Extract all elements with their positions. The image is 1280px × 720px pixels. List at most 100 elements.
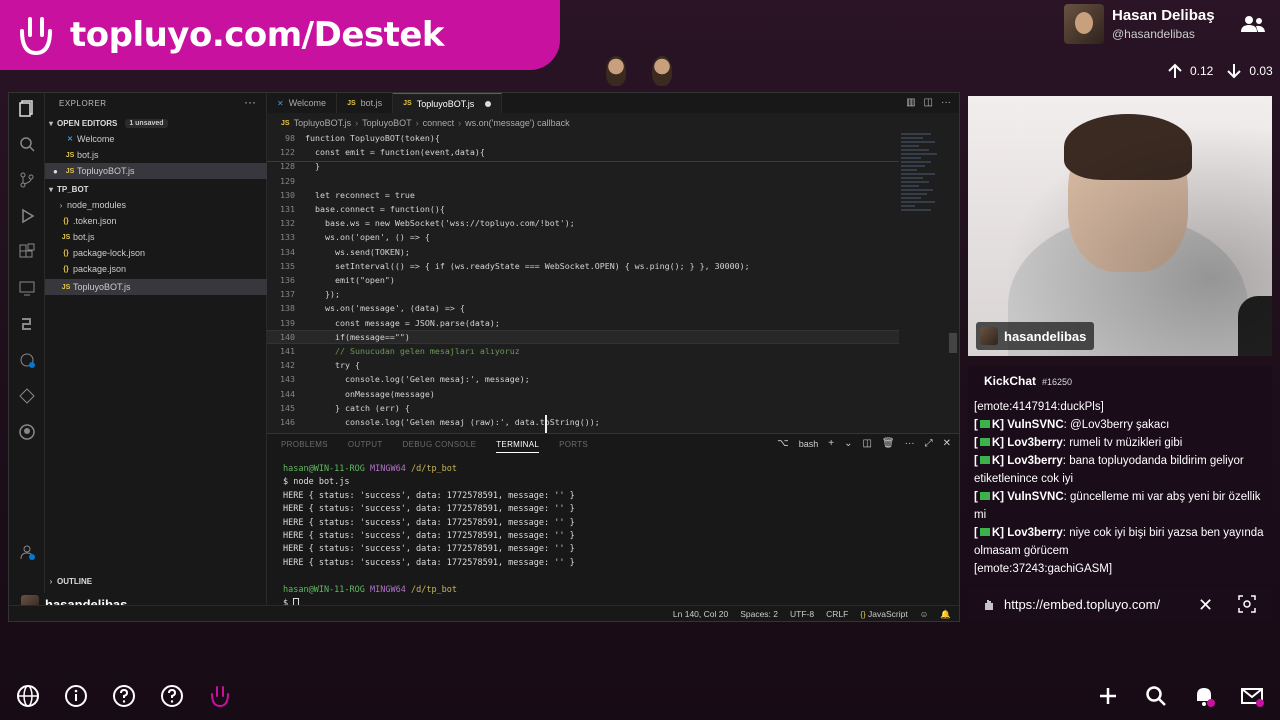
code-line[interactable]: 133 ws.on('open', () => {: [267, 230, 899, 244]
open-editors-section[interactable]: ▾ OPEN EDITORS 1 unsaved: [45, 115, 267, 131]
people-icon[interactable]: [1240, 14, 1266, 34]
code-line[interactable]: 122 const emit = function(event,data){: [267, 145, 899, 159]
tab-debug-console[interactable]: DEBUG CONSOLE: [403, 440, 477, 453]
remote-explorer-icon[interactable]: [18, 279, 36, 297]
line-ending[interactable]: CRLF: [826, 609, 848, 620]
tab-terminal[interactable]: TERMINAL: [496, 440, 540, 453]
topluyo-logo-icon[interactable]: [208, 684, 232, 708]
notifications-icon[interactable]: 🔔: [940, 609, 951, 620]
chat-username[interactable]: Lov3berry: [1007, 437, 1063, 449]
chat-message[interactable]: [K] Lov3berry: bana topluyodanda bildiri…: [974, 452, 1266, 488]
trash-icon[interactable]: 🗑: [882, 438, 895, 449]
help-icon[interactable]: [160, 684, 184, 708]
maximize-icon[interactable]: ⤢: [925, 438, 933, 449]
chat-messages[interactable]: [emote:4147914:duckPls][K] VulnSVNC: @Lo…: [974, 398, 1266, 578]
help-icon[interactable]: [112, 684, 136, 708]
chat-message[interactable]: [emote:4147914:duckPls]: [974, 398, 1266, 416]
tab-topluyobot-js[interactable]: JS TopluyoBOT.js: [393, 93, 503, 113]
code-line[interactable]: 146 console.log('Gelen mesaj (raw):', da…: [267, 415, 899, 429]
code-line[interactable]: 130 let reconnect = true: [267, 188, 899, 202]
chat-username[interactable]: VulnSVNC: [1007, 419, 1063, 431]
source-control-icon[interactable]: [18, 171, 36, 189]
folder-item[interactable]: › node_modules: [45, 197, 267, 213]
avatar[interactable]: [1064, 4, 1104, 44]
file-item[interactable]: {} package.json: [45, 261, 267, 277]
shell-selector[interactable]: bash: [799, 439, 819, 449]
more-actions-icon[interactable]: ···: [941, 97, 951, 108]
code-line[interactable]: 138 ws.on('message', (data) => {: [267, 301, 899, 315]
code-line[interactable]: 131 base.connect = function(){: [267, 202, 899, 216]
search-icon[interactable]: [18, 135, 36, 153]
extensions-icon[interactable]: [18, 243, 36, 261]
open-editor-item[interactable]: ✕ Welcome: [45, 131, 267, 147]
chevron-down-icon[interactable]: ⌄: [844, 438, 852, 449]
brand-banner[interactable]: topluyo.com/Destek: [0, 0, 560, 70]
breadcrumb-item[interactable]: connect: [423, 118, 455, 128]
code-line[interactable]: 134 ws.send(TOKEN);: [267, 245, 899, 259]
code-line[interactable]: 144 onMessage(message): [267, 387, 899, 401]
code-line[interactable]: 142 try {: [267, 358, 899, 372]
explorer-icon[interactable]: [18, 99, 36, 117]
testing-icon[interactable]: [18, 387, 36, 405]
account-icon[interactable]: [18, 543, 36, 561]
code-editor[interactable]: 98 function TopluyoBOT(token){122 const e…: [267, 131, 899, 429]
chat-message[interactable]: [K] Lov3berry: niye cok iyi bişi biri ya…: [974, 524, 1266, 560]
info-icon[interactable]: [64, 684, 88, 708]
code-line[interactable]: 98 function TopluyoBOT(token){: [267, 131, 899, 145]
split-editor-icon[interactable]: ◫: [924, 97, 933, 108]
run-debug-icon[interactable]: [18, 207, 36, 225]
add-terminal-icon[interactable]: +: [828, 438, 834, 449]
profile-card[interactable]: Hasan Delibaş @hasandelibas: [1064, 4, 1215, 44]
unsaved-dot-icon[interactable]: [485, 100, 492, 107]
open-editor-item[interactable]: ● JS TopluyoBOT.js: [45, 163, 267, 179]
file-item[interactable]: JS bot.js: [45, 229, 267, 245]
chat-message[interactable]: [K] Lov3berry: rumeli tv müzikleri gibi: [974, 434, 1266, 452]
encoding[interactable]: UTF-8: [790, 609, 814, 620]
compare-icon[interactable]: ▥: [906, 97, 915, 108]
code-line[interactable]: 143 console.log('Gelen mesaj:', message)…: [267, 372, 899, 386]
url-text[interactable]: https://embed.topluyo.com/: [1004, 597, 1160, 612]
tab-ports[interactable]: PORTS: [559, 440, 588, 453]
chat-message[interactable]: [K] VulnSVNC: güncelleme mi var abş yeni…: [974, 488, 1266, 524]
more-actions-icon[interactable]: ···: [905, 438, 915, 449]
code-line[interactable]: 141 // Sunucudan gelen mesajları alıyoru…: [267, 344, 899, 358]
file-item[interactable]: {} package-lock.json: [45, 245, 267, 261]
chat-message[interactable]: [K] VulnSVNC: @Lov3berry şakacı: [974, 416, 1266, 434]
python-icon[interactable]: [18, 315, 36, 333]
breadcrumb-item[interactable]: TopluyoBOT.js: [294, 118, 352, 128]
file-item[interactable]: {} .token.json: [45, 213, 267, 229]
chat-username[interactable]: Lov3berry: [1007, 527, 1063, 539]
outline-section[interactable]: › OUTLINE: [45, 573, 267, 589]
terminal-output[interactable]: hasan@WIN-11-ROG MINGW64 /d/tp_bot $ nod…: [283, 464, 575, 611]
code-line[interactable]: 140 if(message==""): [267, 329, 899, 344]
breadcrumb-item[interactable]: TopluyoBOT: [362, 118, 412, 128]
globe-icon[interactable]: [16, 684, 40, 708]
file-item[interactable]: JS TopluyoBOT.js: [45, 279, 267, 295]
code-line[interactable]: 137 });: [267, 287, 899, 301]
code-line[interactable]: 136 emit("open"): [267, 273, 899, 287]
close-icon[interactable]: ✕: [1198, 595, 1213, 616]
minimap[interactable]: [897, 131, 945, 331]
screenshot-icon[interactable]: [1238, 595, 1256, 613]
mail-icon[interactable]: [1240, 684, 1264, 708]
breadcrumb-item[interactable]: ws.on('message') callback: [465, 118, 569, 128]
language-mode[interactable]: {} JavaScript: [860, 609, 907, 620]
tab-problems[interactable]: PROBLEMS: [281, 440, 328, 453]
code-line[interactable]: 129: [267, 174, 899, 188]
tab-bot-js[interactable]: JS bot.js: [337, 93, 394, 113]
chat-message[interactable]: [emote:37243:gachiGASM]: [974, 560, 1266, 578]
project-section[interactable]: ▾ TP_BOT: [45, 181, 267, 197]
tab-output[interactable]: OUTPUT: [348, 440, 383, 453]
code-line[interactable]: 139 const message = JSON.parse(data);: [267, 316, 899, 330]
code-line[interactable]: 145 } catch (err) {: [267, 401, 899, 415]
more-actions-icon[interactable]: ···: [244, 95, 256, 109]
open-editor-item[interactable]: JS bot.js: [45, 147, 267, 163]
add-icon[interactable]: [1096, 684, 1120, 708]
search-icon[interactable]: [1144, 684, 1168, 708]
code-line[interactable]: 135 setInterval(() => { if (ws.readyStat…: [267, 259, 899, 273]
chat-username[interactable]: VulnSVNC: [1007, 491, 1063, 503]
indentation[interactable]: Spaces: 2: [740, 609, 778, 620]
copilot-icon[interactable]: ☺: [920, 609, 929, 620]
github-icon[interactable]: [18, 423, 36, 441]
editor-scrollbar[interactable]: [949, 333, 957, 353]
